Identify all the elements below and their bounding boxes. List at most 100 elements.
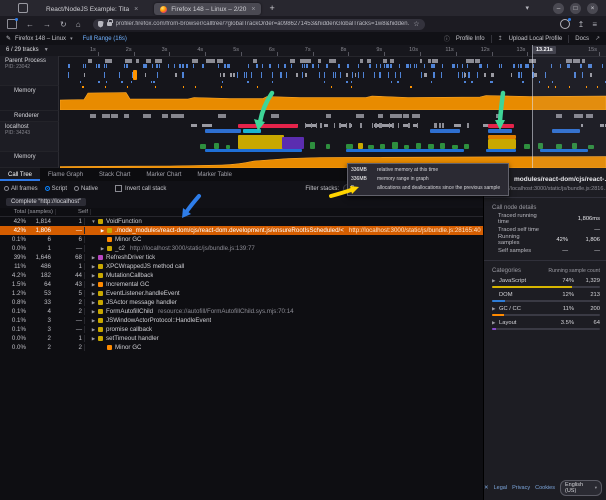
category-expander-icon[interactable]: ▶ [492,320,499,326]
marker-tick [462,64,463,68]
profile-name-caret-icon[interactable]: ▾ [70,36,73,42]
footer-link-privacy[interactable]: Privacy [512,485,530,491]
extension-badge-icon[interactable] [560,19,570,29]
expander-icon[interactable]: ▼ [90,219,97,224]
lock-icon[interactable] [107,22,112,26]
profile-name[interactable]: Firefox 148 – Linux [15,36,66,42]
category-row-javascript[interactable]: ▶JavaScript74%1,329 [484,277,606,291]
footer-link-legal[interactable]: Legal [494,485,507,491]
expander-icon[interactable]: ▶ [90,336,97,342]
column-total-samples[interactable]: Total (samples) [0,209,56,215]
invert-call-stack-checkbox[interactable] [115,185,122,192]
tracks-dropdown-button[interactable]: 6 / 29 tracks ▼ [6,47,49,53]
marker-tick [98,81,99,83]
x-social-icon[interactable]: ✕ [484,485,489,491]
tree-row-promise-callback[interactable]: 0.1%3—▶promise callback [0,325,483,334]
tree-row-incremental-gc[interactable]: 1.5%6443▶Incremental GC [0,280,483,289]
address-bar[interactable]: profiler.firefox.com/from-browser/calltr… [93,19,425,30]
category-row-dom[interactable]: DOM12%213 [484,291,606,305]
tab-marker-chart[interactable]: Marker Chart [138,168,189,181]
category-expander-icon[interactable]: ▶ [492,278,499,284]
tree-row-formautofillchild[interactable]: 0.1%42▶FormAutofillChildresource://autof… [0,307,483,316]
profile-info-button[interactable]: Profile Info [456,36,485,42]
track-label-renderer[interactable]: Renderer [0,111,59,122]
marker-tick [428,59,431,63]
reload-icon[interactable]: ↻ [60,20,67,29]
preview-selection-overlay[interactable] [532,45,606,168]
expander-icon[interactable]: ▶ [90,255,97,261]
tab-call-tree[interactable]: Call Tree [0,168,40,181]
expander-icon[interactable]: ▶ [99,246,106,252]
menu-icon[interactable]: ≡ [592,20,597,29]
frame-filter-script[interactable]: Script [45,186,67,192]
tree-row-jsactor-message-handler[interactable]: 0.8%332▶JSActor message handler [0,298,483,307]
column-self[interactable]: Self [56,209,91,215]
expander-icon[interactable]: ▶ [90,291,97,297]
tree-row-minor-gc[interactable]: 0.0%22Minor GC [0,343,483,352]
full-range-button[interactable]: Full Range (16s) [83,36,127,42]
category-color-icon [98,219,103,224]
tab-flame-graph[interactable]: Flame Graph [40,168,91,181]
timeline[interactable]: 6 / 29 tracks ▼ 1s2s3s4s5s6s7s8s9s10s11s… [0,45,606,168]
track-label-memory[interactable]: Memory [0,86,59,111]
tree-row-minor-gc[interactable]: 0.1%66Minor GC [0,235,483,244]
node-name-cell: ▶MutationCallback [85,272,153,279]
close-tab-icon[interactable]: × [134,6,138,13]
tree-row-mutationcallback[interactable]: 4.2%18244▶MutationCallback [0,271,483,280]
maximize-button[interactable]: □ [570,3,581,14]
browser-tab-react-example[interactable]: React/NodeJS Example: Tita × [40,3,144,15]
close-window-button[interactable]: × [587,3,598,14]
expander-icon[interactable]: ▶ [90,327,97,333]
expander-icon[interactable]: ▶ [90,264,97,270]
breadcrumb-complete-chip[interactable]: Complete “http://localhost” [6,198,86,206]
track-label-parent-process[interactable]: Parent ProcessPID: 23042 [0,56,59,86]
expander-icon[interactable]: ▶ [90,318,97,324]
track-label-localhost[interactable]: localhostPID: 34243 [0,122,59,152]
tree-row--node-modules-react-dom-cjs-react-dom-de[interactable]: 42%1,806—▶./node_modules/react-dom/cjs/r… [0,226,483,235]
expander-icon[interactable]: ▶ [90,309,97,315]
list-tabs-chevron-icon[interactable]: ▾ [525,4,529,12]
timeline-ruler[interactable]: 6 / 29 tracks ▼ 1s2s3s4s5s6s7s8s9s10s11s… [0,45,606,57]
category-line: DOM12%213 [492,292,600,298]
tree-row--c2[interactable]: 0.0%1—▶_c2http://localhost:3000/static/j… [0,244,483,253]
language-select[interactable]: English (US) ▾ [560,480,602,496]
new-tab-button[interactable]: + [269,3,274,13]
expander-icon[interactable]: ▶ [99,228,106,234]
home-icon[interactable]: ⌂ [76,20,81,29]
minimize-button[interactable]: – [553,3,564,14]
tab-stack-chart[interactable]: Stack Chart [91,168,138,181]
upload-local-profile-button[interactable]: Upload Local Profile [509,36,563,42]
edit-profile-name-icon[interactable]: ✎ [6,35,11,42]
track-label-memory[interactable]: Memory [0,152,59,168]
tab-marker-table[interactable]: Marker Table [189,168,240,181]
expander-icon[interactable]: ▶ [90,273,97,279]
expander-icon[interactable]: ▶ [90,300,97,306]
browser-tab-profiler[interactable]: Firefox 148 – Linux – 2/20 × [154,3,261,15]
tree-row-refreshdriver-tick[interactable]: 39%1,64668▶RefreshDriver tick [0,253,483,262]
bookmark-star-icon[interactable]: ☆ [413,20,419,28]
tree-row-eventlistener-handleevent[interactable]: 1.2%535▶EventListener.handleEvent [0,289,483,298]
window-extension-icon[interactable] [7,19,17,29]
url-text[interactable]: profiler.firefox.com/from-browser/calltr… [116,21,410,27]
back-icon[interactable]: ← [26,20,34,29]
tree-row-xpcwrappedjs-method-call[interactable]: 11%4861▶XPCWrappedJS method call [0,262,483,271]
ruler-tick-line [313,52,314,56]
forward-icon[interactable]: → [43,20,51,29]
share-icon[interactable]: ↥ [578,20,585,29]
category-row-layout[interactable]: ▶Layout3.5%64 [484,319,606,333]
expander-icon[interactable]: ▶ [90,282,97,288]
marker-tick [414,64,415,68]
footer-link-cookies[interactable]: Cookies [535,485,555,491]
tree-row-jswindowactorprotocol-handleevent[interactable]: 0.1%3—▶JSWindowActorProtocol::HandleEven… [0,316,483,325]
frame-filter-native[interactable]: Native [74,186,98,192]
category-row-gc-cc[interactable]: ▶GC / CC11%200 [484,305,606,319]
category-expander-icon[interactable]: ▶ [492,306,499,312]
tracking-shield-icon[interactable] [98,21,104,28]
marker-tick [159,64,160,68]
close-tab-icon[interactable]: × [251,6,255,13]
firefox-view-icon[interactable] [18,3,28,13]
tree-row-settimeout-handler[interactable]: 0.0%21▶setTimeout handler [0,334,483,343]
tree-row-voidfunction[interactable]: 42%1,8141▼VoidFunction [0,217,483,226]
frame-filter-all-frames[interactable]: All frames [4,186,38,192]
docs-link[interactable]: Docs [575,36,589,42]
